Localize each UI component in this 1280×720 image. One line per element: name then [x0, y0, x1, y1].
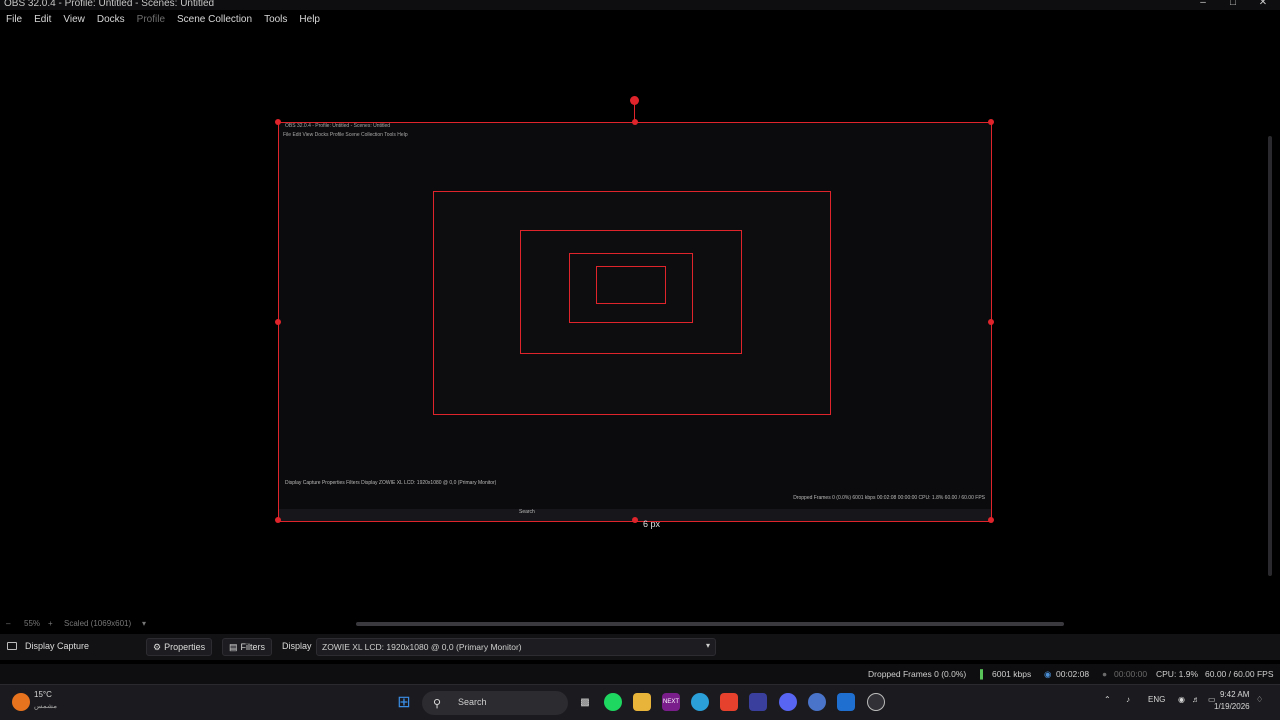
menu-scene-collection[interactable]: Scene Collection	[171, 12, 258, 28]
stream-time: 00:02:08	[1056, 669, 1090, 679]
nested-capture-level-4	[596, 266, 666, 304]
menu-bar: File Edit View Docks Profile Scene Colle…	[0, 12, 326, 28]
properties-label: Properties	[164, 642, 206, 652]
weather-temp: 15°C	[34, 690, 52, 699]
fps-readout: 60.00 / 60.00 FPS	[1205, 669, 1274, 679]
display-select-value: ZOWIE XL LCD: 1920x1080 @ 0,0 (Primary M…	[322, 642, 522, 652]
dropped-frames: Dropped Frames 0 (0.0%)	[868, 669, 967, 679]
chevron-down-icon: ▾	[705, 641, 710, 650]
nested-capture-level-3	[569, 253, 693, 323]
status-bar: Dropped Frames 0 (0.0%) ▌ 6001 kbps ◉ 00…	[0, 664, 1280, 684]
discord-icon[interactable]	[779, 693, 797, 711]
menu-view[interactable]: View	[57, 12, 91, 28]
task-view-icon[interactable]: ▩	[576, 693, 594, 711]
window-title: OBS 32.0.4 - Profile: Untitled - Scenes:…	[4, 0, 215, 9]
signal-bars-icon: ▌	[980, 669, 987, 679]
zoom-in-icon[interactable]: +	[48, 619, 53, 628]
rotation-handle[interactable]	[630, 96, 639, 105]
nested-window-title: OBS 32.0.4 - Profile: Untitled - Scenes:…	[285, 123, 391, 129]
filters-label: Filters	[240, 642, 266, 652]
resize-handle-bottom-right[interactable]	[988, 517, 994, 523]
menu-edit[interactable]: Edit	[28, 12, 57, 28]
menu-profile[interactable]: Profile	[131, 12, 171, 28]
resize-handle-top-left[interactable]	[275, 119, 281, 125]
windows-start-icon[interactable]: ⊞	[395, 693, 413, 711]
nested-capture-level-1	[433, 191, 831, 415]
brave-icon[interactable]	[720, 693, 738, 711]
nested-capture-level-2	[520, 230, 742, 354]
app-icon-2[interactable]	[808, 693, 826, 711]
display-capture-source[interactable]: OBS 32.0.4 - Profile: Untitled - Scenes:…	[275, 119, 994, 523]
nested-status-bar: Dropped Frames 0 (0.0%) 6001 kbps 00:02:…	[793, 495, 985, 501]
resize-handle-top-right[interactable]	[988, 119, 994, 125]
record-time: 00:00:00	[1114, 669, 1148, 679]
spotify-icon[interactable]	[604, 693, 622, 711]
volume-icon[interactable]: ♬	[1192, 695, 1200, 704]
weather-icon[interactable]	[12, 693, 30, 711]
tray-chevron-icon[interactable]: ⌃	[1104, 695, 1111, 704]
filters-button[interactable]: ▤ Filters	[222, 638, 273, 656]
stream-icon: ◉	[1044, 669, 1052, 679]
microphone-icon[interactable]: ♪	[1126, 695, 1130, 704]
filter-icon: ▤	[229, 641, 238, 652]
language-indicator[interactable]: ENG	[1148, 695, 1165, 704]
preview-vertical-scrollbar[interactable]	[1268, 136, 1272, 576]
zoom-out-icon[interactable]: –	[6, 619, 10, 628]
resize-distance-readout: 6 px	[643, 519, 661, 529]
zoom-percent: 55%	[24, 619, 41, 628]
cpu-usage: CPU: 1.9%	[1156, 669, 1199, 679]
maximize-button[interactable]: □	[1218, 0, 1248, 8]
minimize-button[interactable]: –	[1188, 0, 1218, 8]
clock-date[interactable]: 1/19/2026	[1214, 702, 1250, 711]
menu-file[interactable]: File	[0, 12, 28, 28]
preview-horizontal-scrollbar[interactable]	[356, 622, 1064, 626]
os-taskbar: 15°C مشمس ⊞ Search ⚲ ▩ NEXT ⌃ ♪ ENG ◉ ♬ …	[0, 684, 1280, 720]
nested-source-bar: Display Capture Properties Filters Displ…	[285, 480, 497, 486]
properties-button[interactable]: ⚙ Properties	[146, 638, 213, 656]
resize-handle-top[interactable]	[632, 119, 638, 125]
display-capture-icon	[7, 642, 17, 650]
resize-handle-left[interactable]	[275, 319, 281, 325]
gear-icon: ⚙	[153, 641, 162, 652]
app-icon-3[interactable]	[837, 693, 855, 711]
zoom-dropdown-icon[interactable]: ▾	[142, 619, 146, 628]
source-name: Display Capture	[25, 641, 90, 651]
search-icon: ⚲	[432, 697, 442, 710]
file-explorer-icon[interactable]	[633, 693, 651, 711]
display-select[interactable]: ZOWIE XL LCD: 1920x1080 @ 0,0 (Primary M…	[316, 638, 716, 656]
resize-handle-bottom[interactable]	[632, 517, 638, 523]
record-icon: ●	[1102, 669, 1108, 679]
title-bar: OBS 32.0.4 - Profile: Untitled - Scenes:…	[0, 0, 1280, 10]
weather-desc: مشمس	[34, 703, 57, 710]
source-toolbar: Display Capture ⚙ Properties ▤ Filters D…	[0, 634, 1280, 660]
search-label: Search	[458, 697, 487, 707]
menu-docks[interactable]: Docks	[91, 12, 131, 28]
menu-tools[interactable]: Tools	[258, 12, 293, 28]
edge-icon[interactable]	[691, 693, 709, 711]
clock-time[interactable]: 9:42 AM	[1220, 690, 1249, 699]
store-icon[interactable]	[749, 693, 767, 711]
menu-help[interactable]: Help	[293, 12, 326, 28]
bitrate: 6001 kbps	[992, 669, 1032, 679]
close-button[interactable]: ✕	[1248, 0, 1278, 8]
resize-handle-bottom-left[interactable]	[275, 517, 281, 523]
zoom-scale-label: Scaled (1069x601)	[64, 619, 132, 628]
wifi-icon[interactable]: ◉	[1178, 695, 1185, 704]
nested-menu-bar: File Edit View Docks Profile Scene Colle…	[283, 132, 408, 138]
resize-handle-right[interactable]	[988, 319, 994, 325]
notification-icon[interactable]: ♢	[1256, 695, 1263, 704]
display-label: Display	[282, 641, 312, 651]
app-icon[interactable]: NEXT	[662, 693, 680, 711]
obs-icon[interactable]	[867, 693, 885, 711]
